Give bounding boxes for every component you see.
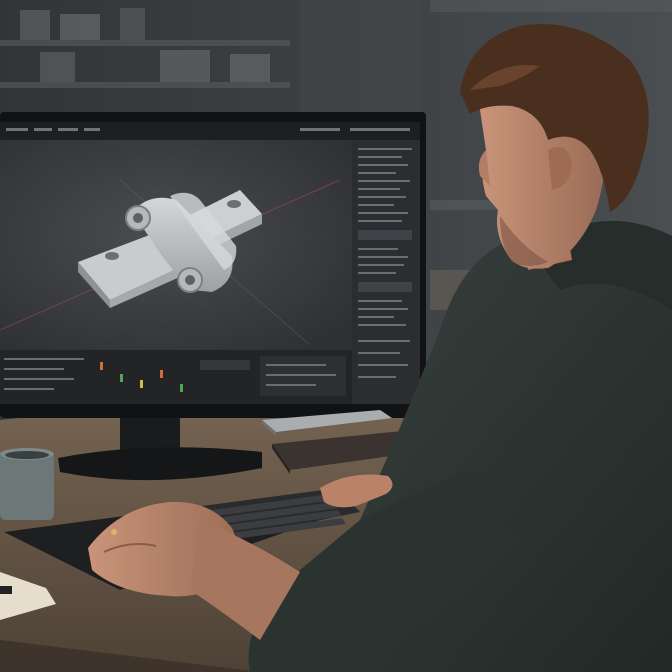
photo-scene	[0, 0, 672, 672]
photo-illustration	[0, 0, 672, 672]
coffee-mug	[0, 448, 54, 520]
monitor	[0, 112, 426, 418]
